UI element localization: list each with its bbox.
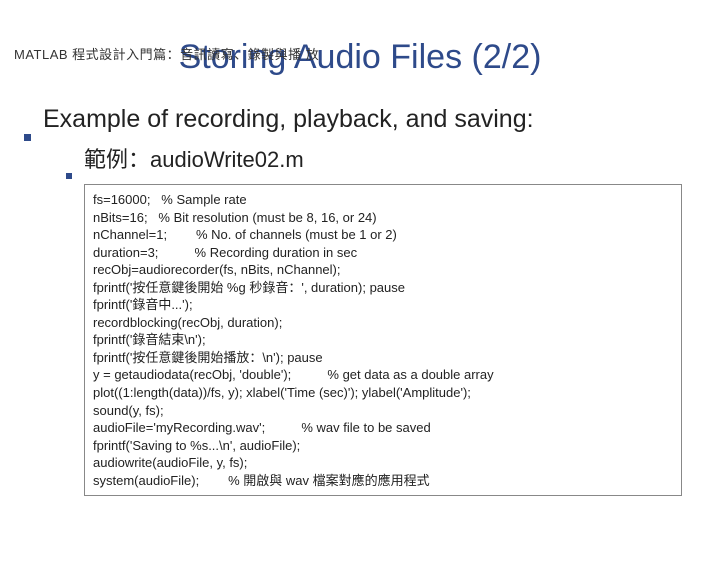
code-line: duration=3; % Recording duration in sec (93, 244, 673, 262)
code-line: nBits=16; % Bit resolution (must be 8, 1… (93, 209, 673, 227)
code-line: recordblocking(recObj, duration); (93, 314, 673, 332)
code-line: sound(y, fs); (93, 402, 673, 420)
slide-header: MATLAB 程式設計入門篇：音訊讀寫、錄製與播 放 (14, 44, 319, 63)
code-line: fprintf('按任意鍵後開始 %g 秒錄音：', duration); pa… (93, 279, 673, 297)
code-line: y = getaudiodata(recObj, 'double'); % ge… (93, 366, 673, 384)
code-block: fs=16000; % Sample rate nBits=16; % Bit … (84, 184, 682, 496)
code-line: fprintf('錄音中...'); (93, 296, 673, 314)
code-line: system(audioFile); % 開啟與 wav 檔案對應的應用程式 (93, 472, 673, 490)
code-line: nChannel=1; % No. of channels (must be 1… (93, 226, 673, 244)
bullet-level2: 範例：audioWrite02.m (66, 142, 702, 174)
code-line: recObj=audiorecorder(fs, nBits, nChannel… (93, 261, 673, 279)
code-line: audiowrite(audioFile, y, fs); (93, 454, 673, 472)
code-line: fprintf('按任意鍵後開始播放：\n'); pause (93, 349, 673, 367)
code-line: plot((1:length(data))/fs, y); xlabel('Ti… (93, 384, 673, 402)
code-line: fs=16000; % Sample rate (93, 191, 673, 209)
code-line: fprintf('錄音結束\n'); (93, 331, 673, 349)
bullet-level1: Example of recording, playback, and savi… (24, 105, 702, 134)
code-line: fprintf('Saving to %s...\n', audioFile); (93, 437, 673, 455)
bullet-square-icon (24, 134, 31, 141)
bullet-text: Example of recording, playback, and savi… (43, 105, 534, 134)
bullet-square-icon (66, 173, 72, 179)
code-line: audioFile='myRecording.wav'; % wav file … (93, 419, 673, 437)
bullet-text: 範例：audioWrite02.m (84, 142, 304, 174)
slide-body: Example of recording, playback, and savi… (0, 105, 720, 496)
